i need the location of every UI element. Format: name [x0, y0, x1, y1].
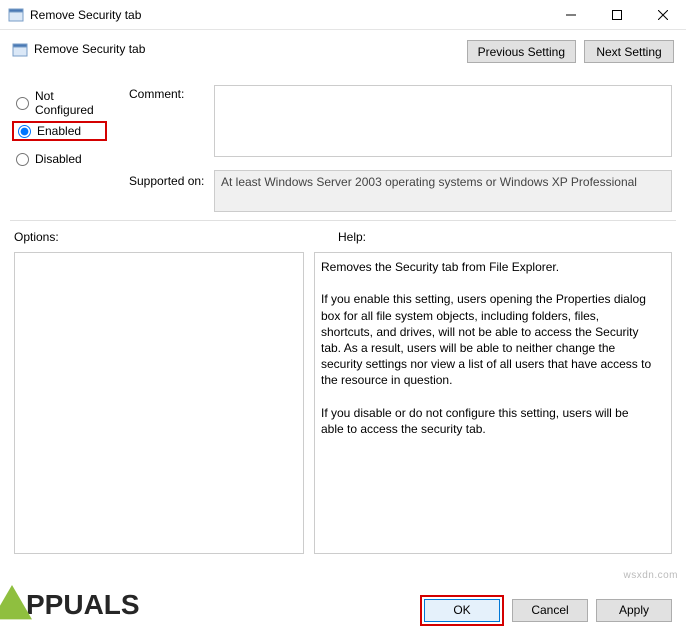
window-title: Remove Security tab — [30, 8, 548, 22]
window-icon — [8, 7, 24, 23]
help-label: Help: — [338, 230, 366, 244]
radio-not-configured[interactable]: Not Configured — [12, 93, 107, 113]
setting-name: Remove Security tab — [34, 40, 467, 56]
radio-enabled-input[interactable] — [18, 125, 31, 138]
titlebar: Remove Security tab — [0, 0, 686, 30]
divider — [10, 220, 676, 221]
state-radio-group: Not Configured Enabled Disabled — [12, 85, 107, 177]
previous-setting-button[interactable]: Previous Setting — [467, 40, 576, 63]
header-row: Remove Security tab Previous Setting Nex… — [12, 40, 674, 63]
radio-disabled[interactable]: Disabled — [12, 149, 107, 169]
cancel-button[interactable]: Cancel — [512, 599, 588, 622]
supported-label: Supported on: — [129, 174, 209, 188]
radio-enabled[interactable]: Enabled — [12, 121, 107, 141]
maximize-button[interactable] — [594, 0, 640, 29]
footer: OK Cancel Apply — [0, 587, 686, 633]
radio-disabled-label: Disabled — [35, 152, 82, 166]
ok-button[interactable]: OK — [424, 599, 500, 622]
supported-textarea — [214, 170, 672, 212]
radio-not-configured-label: Not Configured — [35, 89, 103, 117]
help-box[interactable]: Removes the Security tab from File Explo… — [314, 252, 672, 554]
minimize-button[interactable] — [548, 0, 594, 29]
close-button[interactable] — [640, 0, 686, 29]
radio-enabled-label: Enabled — [37, 124, 81, 138]
supported-area: Supported on: — [214, 170, 672, 215]
comment-label: Comment: — [129, 87, 209, 101]
comment-area: Comment: — [214, 85, 672, 160]
policy-icon — [12, 42, 28, 58]
comment-textarea[interactable] — [214, 85, 672, 157]
radio-disabled-input[interactable] — [16, 153, 29, 166]
radio-not-configured-input[interactable] — [16, 97, 29, 110]
options-box — [14, 252, 304, 554]
watermark-text: wsxdn.com — [623, 570, 678, 581]
ok-highlight: OK — [420, 595, 504, 626]
window-controls — [548, 0, 686, 29]
options-label: Options: — [14, 230, 59, 244]
apply-button[interactable]: Apply — [596, 599, 672, 622]
next-setting-button[interactable]: Next Setting — [584, 40, 674, 63]
